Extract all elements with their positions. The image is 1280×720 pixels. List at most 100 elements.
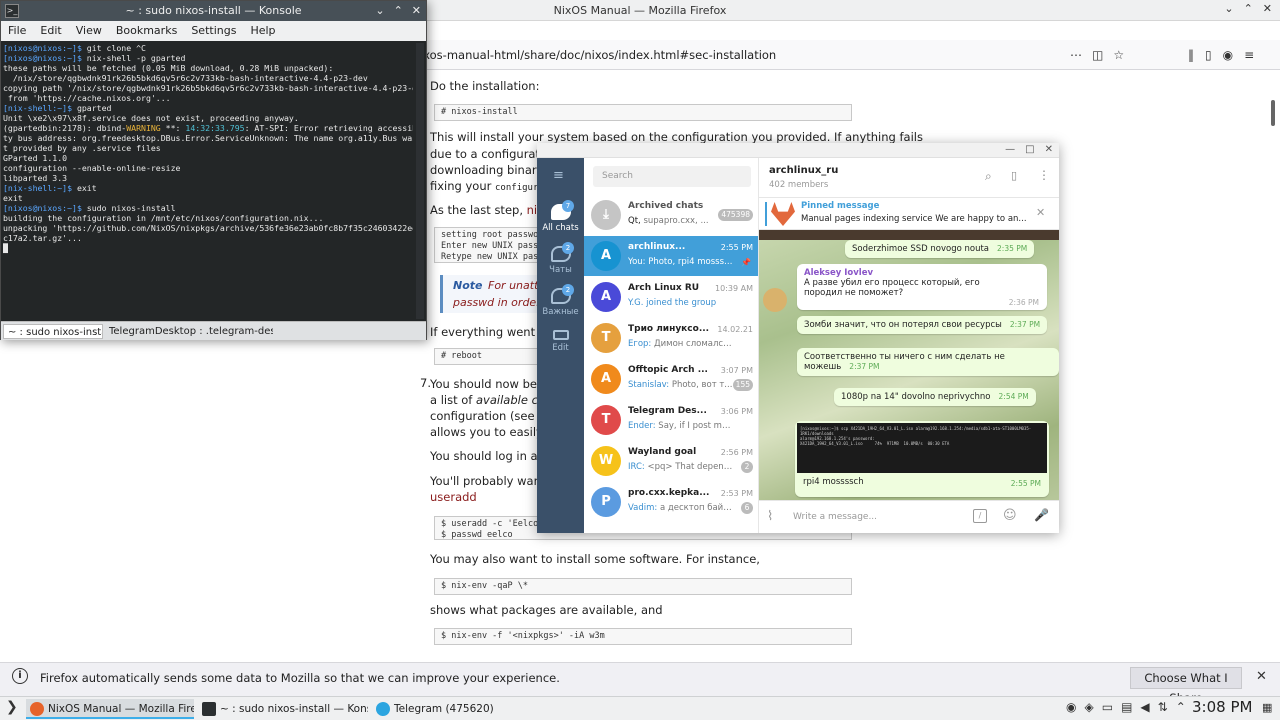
search-icon[interactable]: ⌕ <box>985 169 992 184</box>
message[interactable]: 1080p na 14" dovolno neprivychno 2:54 PM <box>834 388 1036 406</box>
microphone-icon[interactable]: 🎤 <box>1034 508 1049 522</box>
archive-icon: ⤓ <box>591 200 621 230</box>
firefox-tray-icon[interactable]: ◉ <box>1066 700 1076 714</box>
message-composer: ⌇ Write a message... / ☺ 🎤 <box>759 500 1059 533</box>
message[interactable]: Soderzhimoe SSD novogo nouta 2:35 PM <box>845 240 1035 258</box>
task-telegram[interactable]: Telegram (475620) <box>372 699 542 719</box>
minimize-icon[interactable]: ⌄ <box>375 1 384 21</box>
account-icon[interactable]: ◉ <box>1223 44 1233 66</box>
menu-bookmarks[interactable]: Bookmarks <box>109 21 184 41</box>
terminal-scrollbar[interactable] <box>416 43 424 319</box>
taskbar: ❯ NixOS Manual — Mozilla Firefox ~ : sud… <box>0 696 1280 720</box>
chat-item-telegram-desktop[interactable]: T Telegram Des... 3:06 PM Ender: Say, if I … <box>584 400 758 440</box>
konsole-menubar: File Edit View Bookmarks Settings Help <box>1 21 426 41</box>
pocket-icon[interactable]: ◫ <box>1092 44 1103 66</box>
pinned-label: Pinned message <box>801 201 880 211</box>
pinned-message-bar[interactable]: Pinned message Manual pages indexing ser… <box>759 198 1059 230</box>
browser-tools: ‖ ▯ ◉ ≡ <box>1188 44 1254 66</box>
chat-header[interactable]: archlinux_ru 402 members ⌕ ▯ ⋮ <box>759 158 1059 198</box>
step-text: Do the installation: <box>430 79 540 93</box>
terminal-output[interactable]: [nixos@nixos:~]$ git clone ^C [nixos@nixo… <box>3 43 413 319</box>
chat-item-trio[interactable]: Т Трио линуксо... 14.02.21 Егор: Димон слом… <box>584 318 758 358</box>
chat-item-arch-linux-ru[interactable]: A Arch Linux RU 10:39 AM Y.G. joined the gr… <box>584 277 758 317</box>
minimize-icon[interactable]: ⌄ <box>1224 2 1233 15</box>
hamburger-menu-icon[interactable]: ≡ <box>553 169 568 182</box>
chat-item-pro-cxx[interactable]: Ppro.cxx.kepka... 2:53 PM Vadim: а десктоп… <box>584 482 758 522</box>
close-icon[interactable]: ✕ <box>1256 669 1267 684</box>
sliders-icon <box>552 330 569 340</box>
message[interactable]: Зомби значит, что он потерял свои ресурс… <box>797 316 1048 334</box>
maximize-icon[interactable]: ⌃ <box>1244 2 1253 15</box>
app-launcher-icon[interactable]: ❯ <box>6 699 18 715</box>
folder-important[interactable]: 2 Важные <box>537 284 584 317</box>
search-input[interactable]: Search <box>593 166 751 187</box>
sidebar-toggle-icon[interactable]: ▯ <box>1011 169 1017 182</box>
terminal-line: t provided by any .service files <box>3 143 161 153</box>
page-scrollbar[interactable] <box>1271 100 1275 126</box>
task-firefox[interactable]: NixOS Manual — Mozilla Firefox <box>26 699 194 719</box>
library-icon[interactable]: ‖ <box>1188 44 1194 66</box>
konsole-window: >_ ~ : sudo nixos-install — Konsole ⌄ ⌃ … <box>0 0 427 340</box>
terminal-line: exit <box>3 193 23 203</box>
terminal-line: libparted 3.3 <box>3 173 68 183</box>
menu-edit[interactable]: Edit <box>33 21 68 41</box>
info-icon: i <box>12 668 28 684</box>
choose-what-i-share-button[interactable]: Choose What I Share <box>1130 667 1242 705</box>
attach-icon[interactable]: ⌇ <box>767 509 773 524</box>
menu-view[interactable]: View <box>69 21 109 41</box>
tab-nixos-install[interactable]: ~ : sudo nixos-install✕ <box>3 324 103 339</box>
avatar: A <box>591 241 621 271</box>
close-icon[interactable]: ✕ <box>1045 143 1053 157</box>
tab-telegram-desktop[interactable]: TelegramDesktop : .telegram-deskt✕ <box>105 324 273 339</box>
tray-expand-icon[interactable]: ⌃ <box>1176 700 1186 714</box>
folder-edit[interactable]: Edit <box>537 330 584 353</box>
terminal-line: these paths will be fetched (0.05 MiB do… <box>3 63 334 73</box>
message[interactable]: Aleksey Iovlev А разве убил его процесс … <box>797 264 1047 310</box>
clock[interactable]: 3:08 PM <box>1192 698 1252 716</box>
task-konsole[interactable]: ~ : sudo nixos-install — Konsole <box>198 699 368 719</box>
telegram-tray-icon[interactable]: ◈ <box>1084 700 1093 714</box>
menu-icon[interactable]: ≡ <box>1244 44 1254 66</box>
minimize-icon[interactable]: — <box>1005 143 1015 157</box>
chat-item-wayland-goal[interactable]: W Wayland goal 2:56 PM IRC: <pq> That depen… <box>584 441 758 481</box>
emoji-icon[interactable]: ☺ <box>1003 508 1017 523</box>
chat-item-archlinux-ru[interactable]: Aarchlinux... 2:55 PM You: Photo, rpi4 mos… <box>584 236 758 276</box>
menu-settings[interactable]: Settings <box>184 21 243 41</box>
telegram-window-buttons: — □ ✕ <box>1005 143 1053 157</box>
commands-icon[interactable]: / <box>973 509 987 523</box>
more-options-icon[interactable]: ⋮ <box>1038 168 1050 182</box>
url-bar[interactable]: ixos-manual-html/share/doc/nixos/index.h… <box>420 44 1110 66</box>
message-input[interactable]: Write a message... <box>793 512 877 522</box>
page-actions-icon[interactable]: ⋯ <box>1070 44 1082 66</box>
folder-sidebar: ≡ 7 All chats 2 Чаты 2 Важные Edit <box>537 158 584 533</box>
network-icon[interactable]: ⇅ <box>1158 700 1168 714</box>
close-icon[interactable]: ✕ <box>412 1 421 21</box>
show-desktop-icon[interactable]: ▦ <box>1262 701 1272 714</box>
terminal-icon <box>202 702 216 716</box>
terminal-line: ty bus address: org.freedesktop.DBus.Err… <box>3 133 413 143</box>
paragraph: You'll probably want t <box>430 474 554 488</box>
menu-help[interactable]: Help <box>243 21 282 41</box>
display-icon[interactable]: ▭ <box>1102 700 1113 714</box>
avatar: A <box>591 282 621 312</box>
chat-item-offtopic-arch[interactable]: A Offtopic Arch ... 3:07 PM Stanislav: Phot… <box>584 359 758 399</box>
konsole-window-buttons: ⌄ ⌃ ✕ <box>375 1 421 21</box>
terminal-line: GParted 1.1.0 <box>3 153 68 163</box>
chat-item-archived[interactable]: ⤓ Archived chats Qt, supapro.cxx, ... 47539… <box>584 195 758 235</box>
notification-text: Firefox automatically sends some data to… <box>40 671 560 685</box>
close-icon[interactable]: ✕ <box>1263 2 1272 15</box>
menu-file[interactable]: File <box>1 21 33 41</box>
clipboard-icon[interactable]: ▤ <box>1121 700 1132 714</box>
volume-icon[interactable]: ◀ <box>1140 700 1149 714</box>
folder-chats[interactable]: 2 Чаты <box>537 242 584 275</box>
close-pinned-icon[interactable]: ✕ <box>1036 206 1045 219</box>
folder-all-chats[interactable]: 7 All chats <box>537 200 584 233</box>
telegram-titlebar: — □ ✕ <box>537 143 1059 158</box>
telegram-icon <box>376 702 390 716</box>
maximize-icon[interactable]: ⌃ <box>394 1 403 21</box>
sidebar-icon[interactable]: ▯ <box>1205 44 1212 66</box>
maximize-icon[interactable]: □ <box>1025 143 1034 157</box>
bookmark-star-icon[interactable]: ☆ <box>1113 44 1124 66</box>
message[interactable]: Соответственно ты ничего с ним сделать н… <box>797 348 1059 376</box>
photo-message[interactable]: [nixos@nixos:~]$ scp X421DA_19H2_64_V3.0… <box>795 421 1049 497</box>
